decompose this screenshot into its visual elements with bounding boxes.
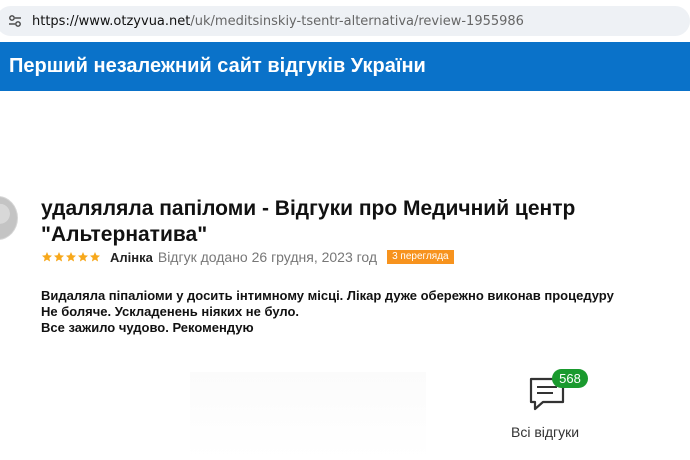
reviews-count-badge: 568 [552,369,588,388]
star-icon [54,252,64,262]
author-name[interactable]: Алінка [110,250,153,265]
review-line: Все зажило чудово. Рекомендую [41,320,254,335]
browser-url-bar: https://www.otzyvua.net/uk/meditsinskiy-… [0,0,690,42]
rating-stars [41,251,101,263]
review-line: Не боляче. Ускладенень ніяких не було. [41,304,300,319]
author-avatar[interactable] [0,196,18,240]
review-text: Видаляла піпаліоми у досить інтимному мі… [41,288,690,336]
review-meta: Алінка Відгук додано 26 грудня, 2023 год… [41,248,454,266]
star-icon [78,252,88,262]
review-title: удаляляла папіломи - Відгуки про Медични… [41,197,576,246]
url-host: https://www.otzyvua.net [32,13,191,29]
all-reviews-link[interactable]: 568 Всі відгуки [505,368,595,448]
views-badge: 3 перегляда [387,250,454,264]
review-date: Відгук додано 26 грудня, 2023 год [157,249,378,265]
ad-placeholder [190,372,426,460]
url-path: /uk/meditsinskiy-tsentr-alternativa/revi… [190,13,524,29]
site-tagline[interactable]: Перший незалежний сайт відгуків України [9,55,426,78]
review-line: Видаляла піпаліоми у досить інтимному мі… [41,288,614,303]
star-icon [90,252,100,262]
site-settings-icon[interactable] [4,10,26,32]
star-icon [66,252,76,262]
all-reviews-label: Всі відгуки [511,424,580,440]
star-icon [42,252,52,262]
site-header-banner: Перший незалежний сайт відгуків України [0,42,690,91]
address-field[interactable]: https://www.otzyvua.net/uk/meditsinskiy-… [0,6,690,36]
url-text[interactable]: https://www.otzyvua.net/uk/meditsinskiy-… [32,14,524,29]
